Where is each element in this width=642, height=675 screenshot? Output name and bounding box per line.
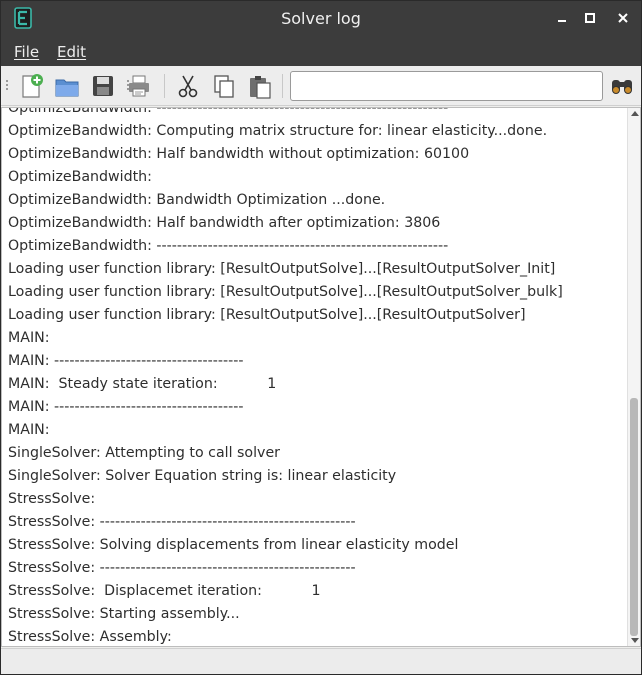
log-line: StressSolve: Solving displacements from … — [8, 537, 459, 553]
cut-icon[interactable] — [174, 72, 202, 100]
open-folder-icon[interactable] — [53, 72, 81, 100]
log-line: MAIN: ----------------------------------… — [8, 399, 244, 415]
log-line: Loading user function library: [ResultOu… — [8, 284, 563, 300]
log-line: MAIN: — [8, 422, 50, 438]
menu-bar: File Edit — [1, 36, 641, 66]
log-lines: OptimizeBandwidth: ---------------------… — [8, 107, 626, 646]
menu-file[interactable]: File — [14, 43, 39, 61]
new-file-icon[interactable] — [17, 72, 45, 100]
title-bar[interactable]: Solver log — [1, 1, 641, 36]
maximize-icon[interactable] — [581, 9, 599, 27]
log-line: OptimizeBandwidth: ---------------------… — [8, 107, 449, 116]
window-title: Solver log — [281, 9, 361, 28]
log-line: MAIN: Steady state iteration: 1 — [8, 376, 277, 392]
log-line: StressSolve: Starting assembly... — [8, 606, 240, 622]
menu-file-label: File — [14, 43, 40, 61]
status-bar — [1, 648, 641, 674]
log-line: SingleSolver: Attempting to call solver — [8, 445, 281, 461]
toolbar-separator-2 — [282, 74, 283, 98]
minimize-icon[interactable] — [553, 9, 571, 27]
log-text-area[interactable]: OptimizeBandwidth: ---------------------… — [1, 107, 641, 647]
log-line: OptimizeBandwidth: ---------------------… — [8, 238, 449, 254]
print-icon[interactable] — [125, 72, 153, 100]
log-line: Loading user function library: [ResultOu… — [8, 307, 526, 323]
toolbar-grip[interactable] — [6, 80, 9, 92]
menu-edit-label: Edit — [57, 43, 87, 61]
log-line: MAIN: — [8, 330, 50, 346]
solver-log-window: Solver log File Edit OptimizeBandwidth: … — [0, 0, 642, 675]
log-line: Loading user function library: [ResultOu… — [8, 261, 556, 277]
log-line: StressSolve: ---------------------------… — [8, 560, 356, 576]
log-line: StressSolve: — [8, 491, 96, 507]
close-icon[interactable] — [614, 9, 632, 27]
scroll-up-icon[interactable] — [631, 111, 639, 116]
log-line: OptimizeBandwidth: Computing matrix stru… — [8, 123, 548, 139]
paste-icon[interactable] — [246, 72, 274, 100]
toolbar-separator — [164, 74, 165, 98]
log-line: StressSolve: ---------------------------… — [8, 514, 356, 530]
copy-icon[interactable] — [210, 72, 238, 100]
save-icon[interactable] — [89, 72, 117, 100]
scroll-down-icon[interactable] — [631, 638, 639, 643]
find-binoculars-icon[interactable] — [608, 72, 636, 100]
log-line: SingleSolver: Solver Equation string is:… — [8, 468, 397, 484]
vertical-scrollbar[interactable] — [627, 108, 640, 646]
log-line: StressSolve: Displacemet iteration: 1 — [8, 583, 321, 599]
log-line: OptimizeBandwidth: Half bandwidth after … — [8, 215, 441, 231]
search-input[interactable] — [290, 71, 603, 101]
log-line: MAIN: ----------------------------------… — [8, 353, 244, 369]
log-line: OptimizeBandwidth: Bandwidth Optimizatio… — [8, 192, 386, 208]
log-line: OptimizeBandwidth: Half bandwidth withou… — [8, 146, 470, 162]
log-line: StressSolve: Assembly: — [8, 629, 172, 645]
scrollbar-thumb[interactable] — [630, 398, 638, 636]
menu-edit[interactable]: Edit — [57, 43, 86, 61]
toolbar — [1, 66, 641, 106]
log-line: OptimizeBandwidth: — [8, 169, 152, 185]
